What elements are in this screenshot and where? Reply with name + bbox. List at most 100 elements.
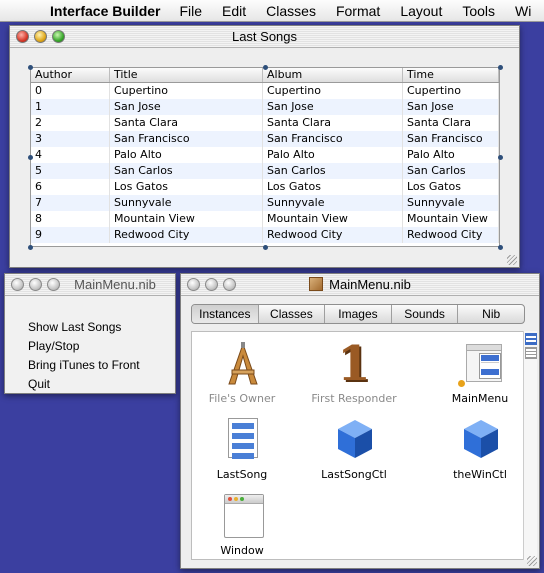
tab-instances[interactable]: Instances (192, 305, 259, 323)
title-bar[interactable]: Last Songs (10, 26, 519, 48)
menu-classes[interactable]: Classes (256, 3, 326, 19)
table-body: 0 Cupertino Cupertino Cupertino 1 San Jose San… (31, 83, 499, 243)
table-cell: Redwood City (403, 227, 499, 243)
main-menu-icon (456, 340, 504, 388)
table-cell: 5 (31, 163, 110, 179)
table-row[interactable]: 3 San Francisco San Francisco San Francisco (31, 131, 499, 147)
table-cell: San Carlos (403, 163, 499, 179)
menu-item-play-stop[interactable]: Play/Stop (28, 337, 175, 356)
app-menu[interactable]: Interface Builder (40, 3, 169, 19)
selection-handle[interactable] (263, 65, 268, 70)
list-view-icon[interactable] (525, 347, 537, 359)
minimize-icon[interactable] (205, 278, 218, 291)
selection-handle[interactable] (498, 65, 503, 70)
title-bar[interactable]: MainMenu.nib (5, 274, 175, 296)
menu-window[interactable]: Wi (505, 3, 541, 19)
menu-format[interactable]: Format (326, 3, 390, 19)
menu-item-list: Show Last Songs Play/Stop Bring iTunes t… (5, 296, 175, 394)
menu-file[interactable]: File (169, 3, 212, 19)
table-cell: 4 (31, 147, 110, 163)
minimize-icon[interactable] (34, 30, 47, 43)
tab-images[interactable]: Images (325, 305, 392, 323)
selection-handle[interactable] (498, 155, 503, 160)
table-cell: San Francisco (263, 131, 403, 147)
table-row[interactable]: 8 Mountain View Mountain View Mountain View (31, 211, 499, 227)
table-row[interactable]: 4 Palo Alto Palo Alto Palo Alto (31, 147, 499, 163)
minimize-icon[interactable] (29, 278, 42, 291)
table-cell: Sunnyvale (263, 195, 403, 211)
table-cell: Santa Clara (110, 115, 263, 131)
table-cell: Mountain View (263, 211, 403, 227)
close-icon[interactable] (11, 278, 24, 291)
selection-handle[interactable] (28, 245, 33, 250)
window-title: MainMenu.nib (329, 277, 411, 292)
resize-grip-icon[interactable] (527, 556, 537, 566)
table-cell: San Carlos (263, 163, 403, 179)
table-cell: 1 (31, 99, 110, 115)
instance-label: LastSongCtl (321, 468, 387, 481)
window-icon (218, 492, 266, 540)
selection-handle[interactable] (28, 65, 33, 70)
menu-item-show-last-songs[interactable]: Show Last Songs (28, 318, 175, 337)
songs-table[interactable]: Author Title Album Time 0 Cupertino Cupert… (30, 67, 500, 247)
selection-handle[interactable] (263, 245, 268, 250)
menu-edit[interactable]: Edit (212, 3, 256, 19)
table-cell: Palo Alto (263, 147, 403, 163)
instance-last-song[interactable]: LastSong (192, 416, 292, 481)
window-title: Last Songs (231, 29, 298, 44)
close-icon[interactable] (16, 30, 29, 43)
table-row[interactable]: 6 Los Gatos Los Gatos Los Gatos (31, 179, 499, 195)
tab-classes[interactable]: Classes (259, 305, 326, 323)
table-cell: Los Gatos (263, 179, 403, 195)
tab-sounds[interactable]: Sounds (392, 305, 459, 323)
column-header-album[interactable]: Album (263, 68, 403, 82)
table-cell: 8 (31, 211, 110, 227)
main-menu-window: MainMenu.nib Show Last Songs Play/Stop B… (4, 273, 176, 394)
table-row[interactable]: 2 Santa Clara Santa Clara Santa Clara (31, 115, 499, 131)
menu-item-bring-itunes[interactable]: Bring iTunes to Front (28, 356, 175, 375)
menu-item-quit[interactable]: Quit (28, 375, 175, 394)
table-row[interactable]: 0 Cupertino Cupertino Cupertino (31, 83, 499, 99)
selection-handle[interactable] (28, 155, 33, 160)
instance-main-menu[interactable]: MainMenu (430, 340, 530, 405)
column-header-author[interactable]: Author (31, 68, 110, 82)
table-cell: Cupertino (263, 83, 403, 99)
zoom-icon[interactable] (47, 278, 60, 291)
zoom-icon[interactable] (52, 30, 65, 43)
instance-the-win-ctl[interactable]: theWinCtl (430, 416, 530, 481)
table-cell: Mountain View (110, 211, 263, 227)
menu-layout[interactable]: Layout (390, 3, 452, 19)
table-cell: San Carlos (110, 163, 263, 179)
title-bar[interactable]: MainMenu.nib (181, 274, 539, 296)
instance-files-owner[interactable]: File's Owner (192, 340, 292, 405)
icon-view-icon[interactable] (525, 333, 537, 345)
close-icon[interactable] (187, 278, 200, 291)
window-controls (16, 30, 65, 43)
table-cell: Santa Clara (403, 115, 499, 131)
instance-label: First Responder (311, 392, 397, 405)
table-cell: 0 (31, 83, 110, 99)
tab-nib[interactable]: Nib (458, 305, 524, 323)
table-cell: Cupertino (110, 83, 263, 99)
instance-first-responder[interactable]: 1 First Responder (304, 340, 404, 405)
instance-last-song-ctl[interactable]: LastSongCtl (304, 416, 404, 481)
table-cell: Mountain View (403, 211, 499, 227)
table-cell: Sunnyvale (110, 195, 263, 211)
menu-tools[interactable]: Tools (452, 3, 505, 19)
selection-handle[interactable] (498, 245, 503, 250)
table-cell: 3 (31, 131, 110, 147)
files-owner-icon (218, 340, 266, 388)
table-row[interactable]: 9 Redwood City Redwood City Redwood City (31, 227, 499, 243)
instance-label: File's Owner (208, 392, 276, 405)
resize-grip-icon[interactable] (507, 255, 517, 265)
column-header-time[interactable]: Time (403, 68, 499, 82)
zoom-icon[interactable] (223, 278, 236, 291)
table-row[interactable]: 5 San Carlos San Carlos San Carlos (31, 163, 499, 179)
table-cell: Redwood City (263, 227, 403, 243)
column-header-title[interactable]: Title (110, 68, 263, 82)
instance-window[interactable]: Window (192, 492, 292, 557)
table-row[interactable]: 7 Sunnyvale Sunnyvale Sunnyvale (31, 195, 499, 211)
table-cell: Palo Alto (403, 147, 499, 163)
instances-pane: File's Owner 1 First Responder MainMenu … (191, 331, 525, 560)
table-row[interactable]: 1 San Jose San Jose San Jose (31, 99, 499, 115)
